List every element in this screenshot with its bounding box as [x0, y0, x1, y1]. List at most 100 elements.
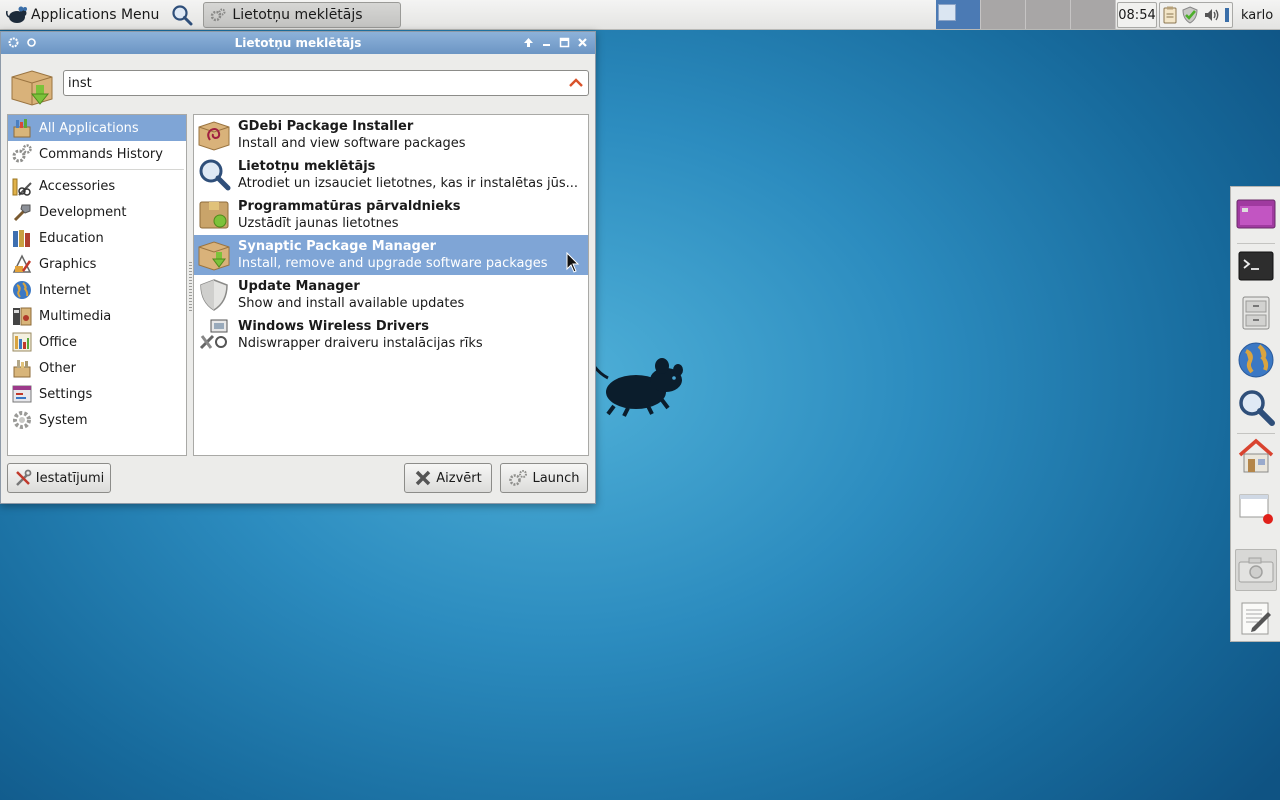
- gears-icon: [12, 144, 32, 163]
- app-item-software-manager[interactable]: Programmatūras pārvaldnieks Uzstādīt jau…: [194, 195, 588, 235]
- search-input[interactable]: [63, 70, 589, 96]
- dock-separator: [1237, 243, 1275, 244]
- dock-settings-manager[interactable]: [1235, 193, 1277, 235]
- category-label: Office: [39, 334, 77, 350]
- dock-file-manager[interactable]: [1235, 292, 1277, 334]
- window-titlebar[interactable]: Lietotņu meklētājs: [1, 32, 595, 54]
- desktop-xfce-mouse-logo: [594, 358, 683, 417]
- applications-menu-button[interactable]: Applications Menu: [0, 0, 165, 30]
- app-item-app-finder[interactable]: Lietotņu meklētājs Atrodiet un izsauciet…: [194, 155, 588, 195]
- maximize-icon[interactable]: [558, 35, 571, 50]
- dock-screenshot[interactable]: [1235, 549, 1277, 591]
- file-cabinet-icon: [1242, 296, 1270, 330]
- workspace-switcher[interactable]: [936, 0, 1116, 30]
- education-icon: [13, 230, 30, 247]
- development-icon: [13, 204, 31, 222]
- workspace-1[interactable]: [936, 0, 981, 29]
- category-internet[interactable]: Internet: [8, 277, 186, 303]
- globe-icon: [1238, 342, 1274, 378]
- category-graphics[interactable]: Graphics: [8, 251, 186, 277]
- close-icon[interactable]: [576, 35, 589, 50]
- category-system[interactable]: System: [8, 407, 186, 433]
- app-item-windows-wireless-drivers[interactable]: Windows Wireless Drivers Ndiswrapper dra…: [194, 315, 588, 355]
- camera-icon: [1238, 557, 1274, 583]
- office-icon: [12, 332, 32, 352]
- app-description: Ndiswrapper draiveru instalācijas rīks: [238, 336, 483, 351]
- dock-app-finder[interactable]: [1235, 386, 1277, 428]
- minimize-icon[interactable]: [540, 35, 553, 50]
- category-label: Multimedia: [39, 308, 112, 324]
- category-multimedia[interactable]: Multimedia: [8, 303, 186, 329]
- workspace-3[interactable]: [1026, 0, 1071, 29]
- clear-search-icon[interactable]: [569, 77, 583, 89]
- terminal-icon: [1238, 251, 1274, 281]
- app-description: Uzstādīt jaunas lietotnes: [238, 216, 399, 231]
- signal-bar-icon[interactable]: [1224, 6, 1230, 24]
- app-name: Update Manager: [238, 279, 360, 294]
- category-label: System: [39, 412, 88, 428]
- launch-button[interactable]: Launch: [500, 463, 588, 493]
- taskbar-window-button[interactable]: Lietotņu meklētājs: [203, 1, 402, 28]
- package-install-icon: [198, 241, 230, 271]
- dock-web-browser[interactable]: [1235, 339, 1277, 381]
- app-item-gdebi[interactable]: GDebi Package Installer Install and view…: [194, 115, 588, 155]
- gears-icon: [509, 470, 528, 486]
- volume-icon[interactable]: [1203, 6, 1221, 24]
- app-name: GDebi Package Installer: [238, 119, 414, 134]
- category-all-applications[interactable]: All Applications: [8, 115, 186, 141]
- panel-search-icon[interactable]: [169, 0, 195, 30]
- category-office[interactable]: Office: [8, 329, 186, 355]
- debian-package-icon: [198, 121, 230, 151]
- dock-screenshot-recorder[interactable]: [1235, 487, 1277, 529]
- user-menu[interactable]: karlo: [1241, 0, 1273, 30]
- close-x-icon: [416, 470, 431, 486]
- clipboard-icon[interactable]: [1162, 6, 1178, 24]
- category-label: Internet: [39, 282, 91, 298]
- category-label: Settings: [39, 386, 93, 402]
- graphics-icon: [12, 254, 32, 273]
- dock-text-editor[interactable]: [1235, 597, 1277, 639]
- category-accessories[interactable]: Accessories: [8, 173, 186, 199]
- security-shield-icon[interactable]: [1181, 6, 1199, 24]
- system-tray: [1159, 2, 1233, 28]
- close-button-label: Aizvērt: [436, 470, 482, 486]
- app-item-synaptic[interactable]: Synaptic Package Manager Install, remove…: [194, 235, 588, 275]
- globe-icon: [13, 281, 31, 299]
- search-row: [9, 63, 589, 107]
- right-dock: [1230, 186, 1280, 642]
- other-icon: [13, 360, 31, 378]
- shade-icon[interactable]: [522, 35, 535, 50]
- package-install-icon: [11, 70, 53, 106]
- close-button[interactable]: Aizvērt: [404, 463, 492, 493]
- workspace-2[interactable]: [981, 0, 1026, 29]
- clock[interactable]: 08:54: [1117, 2, 1157, 28]
- display-settings-icon: [1236, 199, 1276, 229]
- category-commands-history[interactable]: Commands History: [8, 141, 186, 167]
- dock-home-folder[interactable]: [1235, 435, 1277, 477]
- category-other[interactable]: Other: [8, 355, 186, 381]
- pane-resize-handle[interactable]: [189, 262, 192, 312]
- app-description: Show and install available updates: [238, 296, 465, 311]
- category-label: Education: [39, 230, 104, 246]
- category-label: Graphics: [39, 256, 97, 272]
- app-name: Synaptic Package Manager: [238, 239, 437, 254]
- software-center-icon: [199, 201, 229, 229]
- category-development[interactable]: Development: [8, 199, 186, 225]
- category-label: Development: [39, 204, 127, 220]
- accessories-icon: [12, 178, 32, 196]
- category-list: All Applications Commands History Access…: [7, 114, 187, 456]
- settings-button[interactable]: Iestatījumi: [7, 463, 111, 493]
- category-settings[interactable]: Settings: [8, 381, 186, 407]
- app-item-update-manager[interactable]: Update Manager Show and install availabl…: [194, 275, 588, 315]
- shield-icon: [200, 279, 228, 311]
- workspace-4[interactable]: [1071, 0, 1116, 29]
- category-label: Other: [39, 360, 76, 376]
- category-education[interactable]: Education: [8, 225, 186, 251]
- dock-terminal[interactable]: [1235, 245, 1277, 287]
- xfce-mouse-icon: [6, 6, 27, 23]
- dock-separator: [1237, 433, 1275, 434]
- application-list: GDebi Package Installer Install and view…: [193, 114, 589, 456]
- magnifier-icon: [199, 159, 231, 191]
- settings-button-label: Iestatījumi: [35, 470, 105, 486]
- app-name: Lietotņu meklētājs: [238, 159, 376, 174]
